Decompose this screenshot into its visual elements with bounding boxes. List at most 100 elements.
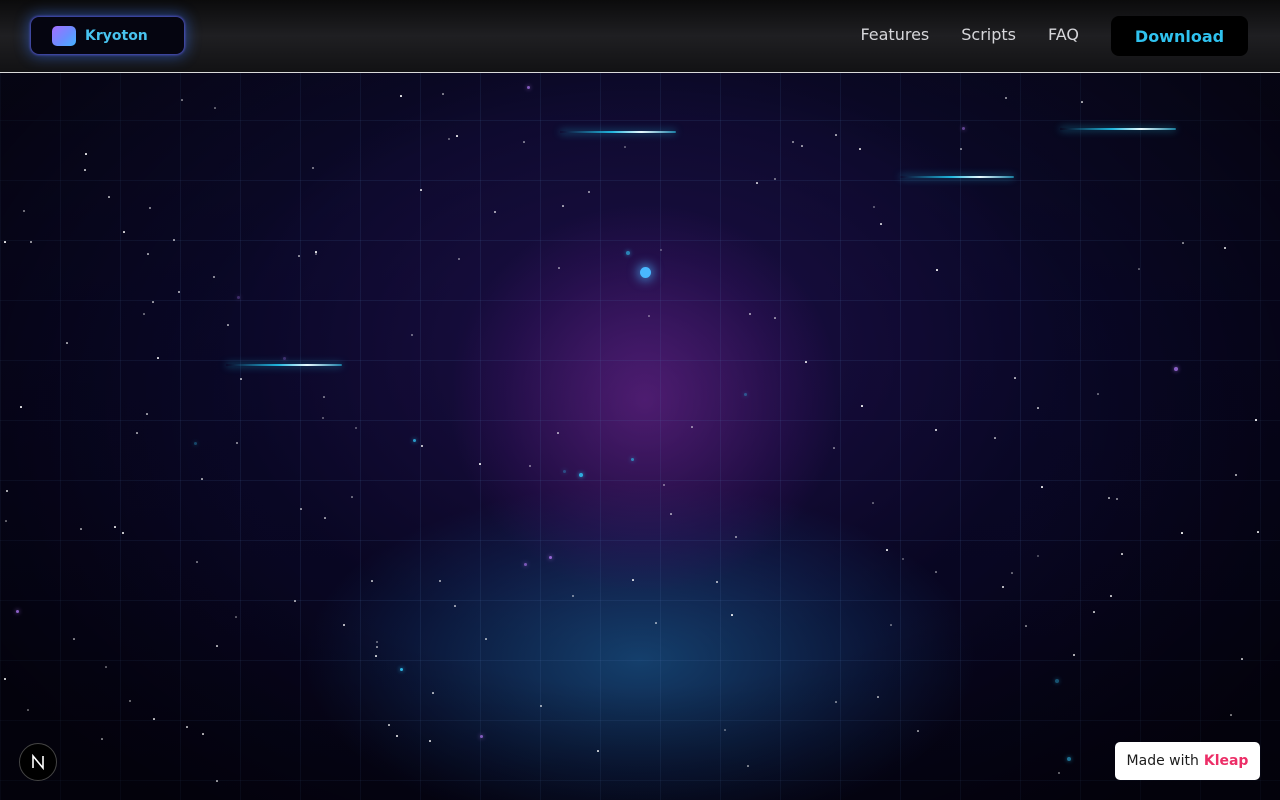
download-button[interactable]: Download	[1111, 16, 1248, 56]
star	[23, 210, 25, 212]
star	[237, 296, 240, 299]
star	[196, 561, 198, 563]
star	[122, 532, 124, 534]
star	[877, 696, 879, 698]
star	[1005, 97, 1007, 99]
star	[214, 107, 216, 109]
star	[101, 738, 103, 740]
star	[1025, 625, 1027, 627]
star	[396, 735, 398, 737]
star	[1241, 658, 1243, 660]
star	[283, 357, 286, 360]
star	[432, 692, 434, 694]
star	[105, 666, 107, 668]
star	[724, 729, 726, 731]
nav-link-features[interactable]: Features	[860, 24, 929, 46]
star	[108, 196, 110, 198]
star	[624, 146, 626, 148]
star	[420, 189, 422, 191]
star	[960, 148, 962, 150]
star	[375, 655, 377, 657]
star	[563, 470, 566, 473]
star	[84, 169, 86, 171]
star	[597, 750, 599, 752]
star	[523, 141, 525, 143]
star	[744, 393, 747, 396]
star	[691, 426, 693, 428]
n-glyph-icon	[32, 754, 44, 770]
star	[524, 563, 527, 566]
star	[1073, 654, 1075, 656]
star	[315, 251, 317, 253]
star	[294, 600, 296, 602]
star	[173, 239, 175, 241]
star	[1174, 367, 1178, 371]
star	[186, 726, 188, 728]
star	[448, 138, 450, 140]
star	[833, 447, 835, 449]
star	[660, 249, 662, 251]
star	[994, 437, 996, 439]
star	[240, 378, 242, 380]
star	[1255, 419, 1257, 421]
star	[413, 439, 416, 442]
star	[749, 313, 751, 315]
star	[143, 313, 145, 315]
star	[181, 99, 183, 101]
star	[663, 484, 665, 486]
star	[194, 442, 197, 445]
nav-link-faq[interactable]: FAQ	[1048, 24, 1079, 46]
brand-name: Kryoton	[85, 27, 148, 44]
star	[1138, 268, 1140, 270]
made-with-prefix: Made with	[1126, 753, 1199, 769]
star	[456, 135, 458, 137]
star	[4, 678, 6, 680]
brand-logo-button[interactable]: Kryoton	[31, 17, 184, 54]
star	[655, 622, 657, 624]
star	[16, 610, 19, 613]
star	[6, 490, 8, 492]
star	[731, 614, 733, 616]
star	[1002, 586, 1004, 588]
star	[1108, 497, 1110, 499]
star	[859, 148, 861, 150]
star	[835, 134, 837, 136]
star	[579, 473, 583, 477]
star	[1230, 714, 1232, 716]
star	[73, 638, 75, 640]
nav-link-scripts[interactable]: Scripts	[961, 24, 1016, 46]
star	[935, 571, 937, 573]
star	[149, 207, 151, 209]
star	[835, 701, 837, 703]
star	[735, 536, 737, 538]
star	[114, 526, 116, 528]
star	[873, 206, 875, 208]
star	[588, 191, 590, 193]
star	[1224, 247, 1226, 249]
star	[312, 167, 314, 169]
nextjs-n-icon[interactable]	[19, 743, 57, 781]
made-with-kleap-badge[interactable]: Made with Kleap	[1115, 742, 1260, 780]
star	[917, 730, 919, 732]
star	[439, 580, 441, 582]
star	[129, 700, 131, 702]
star	[227, 324, 229, 326]
star	[1093, 611, 1095, 613]
star	[298, 255, 300, 257]
star	[774, 317, 776, 319]
star	[485, 638, 487, 640]
star	[1097, 393, 1099, 395]
star	[494, 211, 496, 213]
star	[1235, 474, 1237, 476]
star	[1011, 572, 1013, 574]
star	[562, 205, 564, 207]
star	[631, 458, 634, 461]
star	[1181, 532, 1183, 534]
star	[236, 442, 238, 444]
star	[27, 709, 29, 711]
star	[421, 445, 423, 447]
star	[886, 549, 888, 551]
star	[1014, 377, 1016, 379]
star	[136, 432, 138, 434]
star	[805, 361, 807, 363]
